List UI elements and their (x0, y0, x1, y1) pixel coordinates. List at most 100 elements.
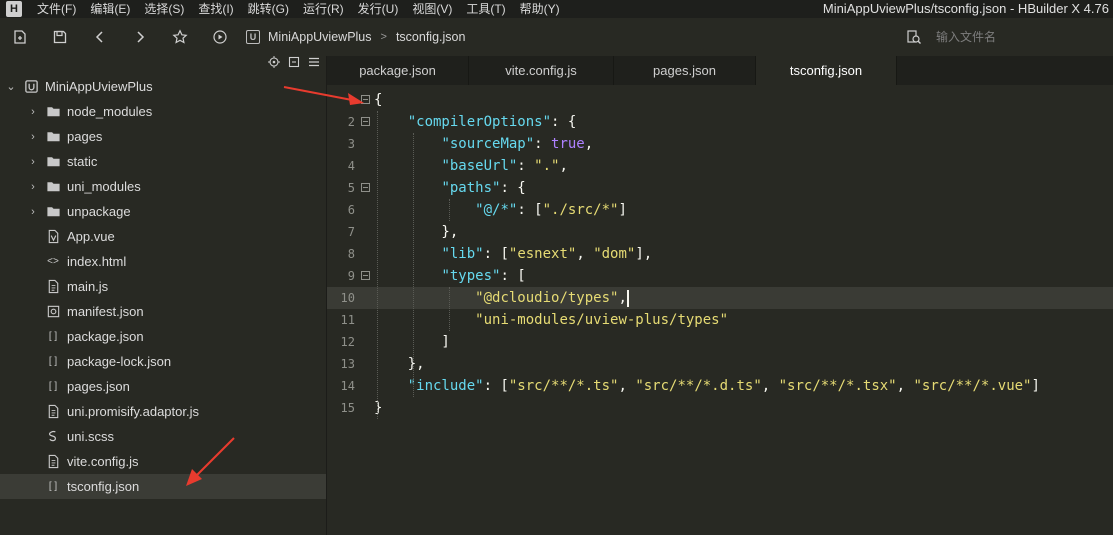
tree-folder[interactable]: › uni_modules (0, 174, 326, 199)
code-token: "compilerOptions" (407, 114, 552, 130)
line-number: 14 (340, 379, 355, 393)
menu-item[interactable]: 查找(I) (191, 0, 240, 18)
menu-icon[interactable] (308, 56, 320, 68)
chevron-right-icon: › (31, 180, 35, 193)
tree-file[interactable]: [ ] package-lock.json (0, 349, 326, 374)
menu-item[interactable]: 视图(V) (405, 0, 459, 18)
run-button[interactable] (200, 18, 240, 56)
project-root[interactable]: ⌄ MiniAppUviewPlus (0, 74, 326, 99)
code-token: , (761, 378, 779, 394)
tree-file[interactable]: uni.scss (0, 424, 326, 449)
code-editor[interactable]: {2 "compilerOptions": {3 "sourceMap": tr… (327, 85, 1113, 535)
code-token: "@dcloudio/types" (475, 290, 619, 306)
back-button[interactable] (80, 18, 120, 56)
code-token: } (374, 400, 383, 416)
chevron-down-icon: ⌄ (6, 81, 16, 93)
folder-icon (45, 104, 61, 120)
json-file-icon: [ ] (48, 481, 58, 492)
tree-file[interactable]: [ ] pages.json (0, 374, 326, 399)
js-file-icon (45, 454, 61, 470)
code-token: , (584, 136, 594, 152)
menu-bar: H 文件(F) 编辑(E) 选择(S) 查找(I) 跳转(G) 运行(R) 发行(U) 视图(… (0, 0, 1113, 18)
indent-guide (449, 199, 450, 221)
code-line: 6 "@/*": ["./src/*"] (327, 199, 1113, 221)
tree-file[interactable]: manifest.json (0, 299, 326, 324)
code-text: "paths": { (374, 177, 525, 199)
new-file-button[interactable] (0, 18, 40, 56)
menu-item[interactable]: 工具(T) (459, 0, 512, 18)
code-token: "paths" (441, 180, 501, 196)
tree-folder[interactable]: › static (0, 149, 326, 174)
code-token: "esnext" (508, 246, 577, 262)
code-line: 7 }, (327, 221, 1113, 243)
chevron-right-icon: › (31, 130, 35, 143)
line-number: 15 (340, 401, 355, 415)
tab-pages-json[interactable]: pages.json (614, 56, 756, 85)
json-file-icon: [ ] (48, 356, 58, 367)
folder-icon (45, 204, 61, 220)
code-line: 4 "baseUrl": ".", (327, 155, 1113, 177)
menu-item[interactable]: 选择(S) (137, 0, 191, 18)
code-token: "." (534, 158, 560, 174)
menu-item[interactable]: 编辑(E) (83, 0, 137, 18)
line-number: 9 (347, 269, 355, 283)
breadcrumb-file[interactable]: tsconfig.json (396, 30, 465, 44)
editor-tabs: package.json vite.config.js pages.json tsco… (327, 56, 1113, 85)
code-text: "compilerOptions": { (374, 111, 577, 133)
collapse-all-icon[interactable] (288, 56, 300, 68)
tree-file[interactable]: uni.promisify.adaptor.js (0, 399, 326, 424)
tree-file[interactable]: [ ] tsconfig.json (0, 474, 326, 499)
tree-folder[interactable]: › pages (0, 124, 326, 149)
code-token: "baseUrl" (441, 158, 518, 174)
file-search-box (900, 25, 1113, 49)
tree-folder[interactable]: › unpackage (0, 199, 326, 224)
tab-package-json[interactable]: package.json (327, 56, 469, 85)
search-icon (907, 30, 921, 44)
code-token: , (559, 158, 568, 174)
tree-item-label: unpackage (67, 204, 131, 219)
indent-guide (449, 287, 450, 331)
breadcrumb-project[interactable]: MiniAppUviewPlus (268, 30, 372, 44)
code-token: ] (1031, 378, 1040, 394)
code-token: : [ (483, 246, 509, 262)
tree-item-label: main.js (67, 279, 109, 294)
menu-item[interactable]: 运行(R) (296, 0, 351, 18)
tree-file[interactable]: main.js (0, 274, 326, 299)
fold-toggle-icon[interactable] (361, 271, 370, 280)
code-line: { (327, 89, 1113, 111)
tab-vite-config-js[interactable]: vite.config.js (469, 56, 614, 85)
menu-item[interactable]: 帮助(Y) (513, 0, 567, 18)
tree-item-label: static (67, 154, 98, 169)
chevron-right-icon: › (31, 205, 35, 218)
locate-icon[interactable] (268, 56, 280, 68)
chevron-right-icon: › (31, 155, 35, 168)
menu-item[interactable]: 跳转(G) (241, 0, 296, 18)
tree-file[interactable]: [ ] package.json (0, 324, 326, 349)
fold-toggle-icon[interactable] (361, 95, 370, 104)
save-button[interactable] (40, 18, 80, 56)
line-number: 3 (347, 137, 355, 151)
tree-item-label: App.vue (67, 229, 115, 244)
forward-button[interactable] (120, 18, 160, 56)
tree-file[interactable]: App.vue (0, 224, 326, 249)
menu-item[interactable]: 文件(F) (30, 0, 83, 18)
code-line: 12 ] (327, 331, 1113, 353)
tree-file[interactable]: <> index.html (0, 249, 326, 274)
fold-toggle-icon[interactable] (361, 183, 370, 192)
back-icon (95, 31, 103, 43)
file-search-input[interactable] (934, 29, 1098, 45)
favorite-button[interactable] (160, 18, 200, 56)
tree-file[interactable]: vite.config.js (0, 449, 326, 474)
code-token: true (551, 136, 585, 152)
tree-folder[interactable]: › node_modules (0, 99, 326, 124)
code-line: 10 "@dcloudio/types", (327, 287, 1113, 309)
code-token: ] (618, 202, 627, 218)
fold-toggle-icon[interactable] (361, 117, 370, 126)
menu-item[interactable]: 发行(U) (351, 0, 406, 18)
scss-file-icon (45, 429, 61, 445)
tab-tsconfig-json[interactable]: tsconfig.json (756, 56, 897, 85)
vue-file-icon (45, 229, 61, 245)
